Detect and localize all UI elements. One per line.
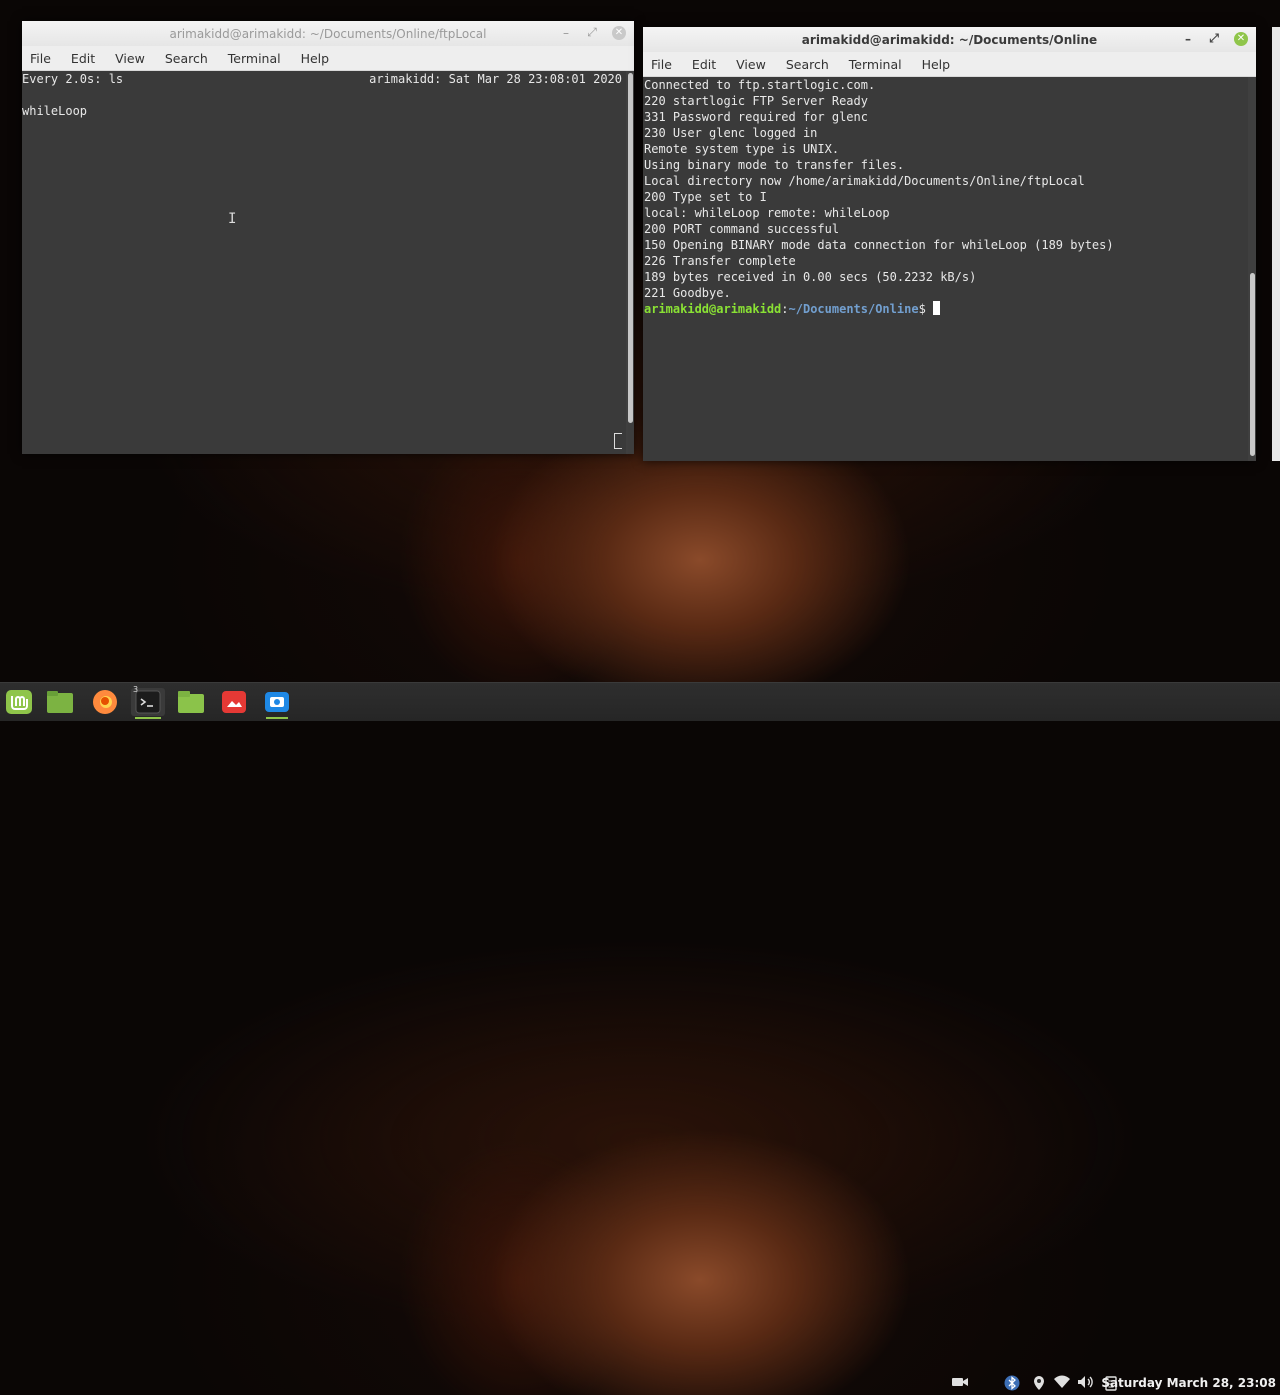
screenshot-launcher[interactable] bbox=[219, 688, 249, 716]
watch-terminal-window[interactable]: arimakidd@arimakidd: ~/Documents/Online/… bbox=[22, 21, 634, 454]
maximize-icon[interactable]: ⤢ bbox=[586, 25, 598, 40]
scrollbar[interactable] bbox=[626, 71, 634, 454]
scrollbar-thumb[interactable] bbox=[1250, 273, 1255, 456]
maximize-icon[interactable]: ⤢ bbox=[1208, 31, 1220, 46]
resize-handle-icon[interactable] bbox=[614, 433, 622, 449]
terminal-line: 220 startlogic FTP Server Ready bbox=[644, 94, 868, 108]
terminal-cursor bbox=[933, 301, 941, 315]
scrollbar[interactable] bbox=[1248, 77, 1256, 461]
menu-bar: File Edit View Search Terminal Help bbox=[22, 46, 634, 71]
files-icon bbox=[47, 691, 73, 713]
clock[interactable]: Saturday March 28, 23:08 bbox=[1101, 1376, 1276, 1390]
window-title: arimakidd@arimakidd: ~/Documents/Online/… bbox=[169, 26, 487, 41]
firefox-launcher[interactable] bbox=[90, 688, 120, 716]
ftp-terminal-window[interactable]: arimakidd@arimakidd: ~/Documents/Online … bbox=[643, 27, 1256, 461]
menu-terminal[interactable]: Terminal bbox=[228, 51, 281, 66]
terminal-line: 226 Transfer complete bbox=[644, 254, 796, 268]
video-camera-icon[interactable] bbox=[951, 1375, 969, 1393]
mint-menu-button[interactable] bbox=[4, 688, 34, 716]
menu-search[interactable]: Search bbox=[786, 57, 829, 72]
camera-app-icon bbox=[265, 692, 289, 712]
menu-help[interactable]: Help bbox=[301, 51, 330, 66]
terminal-line: Local directory now /home/arimakidd/Docu… bbox=[644, 174, 1085, 188]
screenshot-app-icon bbox=[222, 691, 246, 713]
menu-view[interactable]: View bbox=[736, 57, 766, 72]
menu-edit[interactable]: Edit bbox=[71, 51, 95, 66]
terminal-line: 221 Goodbye. bbox=[644, 286, 731, 300]
terminal-line: 331 Password required for glenc bbox=[644, 110, 868, 124]
minimize-icon[interactable]: – bbox=[1182, 32, 1194, 46]
terminal-line: local: whileLoop remote: whileLoop bbox=[644, 206, 890, 220]
terminal-line: 189 bytes received in 0.00 secs (50.2232… bbox=[644, 270, 977, 284]
terminal-line: Remote system type is UNIX. bbox=[644, 142, 840, 156]
open-indicator bbox=[266, 717, 288, 719]
menu-search[interactable]: Search bbox=[165, 51, 208, 66]
terminal-icon bbox=[135, 690, 161, 714]
folder-icon bbox=[178, 691, 204, 713]
window-titlebar[interactable]: arimakidd@arimakidd: ~/Documents/Online/… bbox=[22, 21, 634, 46]
scrollbar-thumb[interactable] bbox=[628, 73, 633, 423]
window-count-badge: 3 bbox=[133, 685, 139, 694]
terminal-launcher[interactable]: 3 bbox=[131, 685, 165, 719]
shell-prompt[interactable]: arimakidd@arimakidd:~/Documents/Online$ bbox=[644, 301, 1256, 317]
file-listing-item: whileLoop bbox=[22, 104, 88, 118]
menu-file[interactable]: File bbox=[30, 51, 51, 66]
prompt-user: arimakidd@arimakidd bbox=[644, 302, 782, 316]
menu-terminal[interactable]: Terminal bbox=[849, 57, 902, 72]
camera-launcher[interactable] bbox=[262, 688, 292, 719]
folder-launcher[interactable] bbox=[176, 688, 206, 716]
window-title: arimakidd@arimakidd: ~/Documents/Online bbox=[801, 32, 1098, 47]
close-icon[interactable]: ✕ bbox=[1234, 31, 1248, 46]
text-cursor-icon: I bbox=[228, 211, 237, 227]
menu-edit[interactable]: Edit bbox=[692, 57, 716, 72]
mint-menu-icon bbox=[6, 690, 32, 714]
location-icon[interactable] bbox=[1030, 1375, 1048, 1395]
terminal-line: Connected to ftp.startlogic.com. bbox=[644, 78, 876, 92]
prompt-path: ~/Documents/Online bbox=[788, 302, 919, 316]
menu-view[interactable]: View bbox=[115, 51, 145, 66]
watch-header-command: Every 2.0s: ls bbox=[22, 72, 124, 86]
window-titlebar[interactable]: arimakidd@arimakidd: ~/Documents/Online … bbox=[643, 27, 1256, 52]
terminal-line: 200 PORT command successful bbox=[644, 222, 840, 236]
menu-help[interactable]: Help bbox=[922, 57, 951, 72]
close-icon[interactable]: ✕ bbox=[612, 25, 626, 40]
wifi-icon[interactable] bbox=[1053, 1375, 1071, 1393]
minimize-icon[interactable]: – bbox=[560, 26, 572, 40]
menu-bar: File Edit View Search Terminal Help bbox=[643, 52, 1256, 77]
terminal-line: 200 Type set to I bbox=[644, 190, 767, 204]
firefox-icon bbox=[93, 690, 117, 714]
terminal-line: Using binary mode to transfer files. bbox=[644, 158, 905, 172]
bluetooth-icon[interactable] bbox=[1003, 1375, 1021, 1395]
watch-header-timestamp: arimakidd: Sat Mar 28 23:08:01 2020 bbox=[369, 72, 622, 86]
terminal-area[interactable]: Every 2.0s: ls arimakidd: Sat Mar 28 23:… bbox=[22, 71, 634, 454]
prompt-separator: : bbox=[781, 302, 789, 316]
background-window-edge[interactable] bbox=[1272, 27, 1280, 461]
active-indicator bbox=[135, 717, 161, 719]
volume-icon[interactable] bbox=[1077, 1375, 1095, 1393]
terminal-area[interactable]: Connected to ftp.startlogic.com. 220 sta… bbox=[643, 77, 1256, 461]
files-launcher[interactable] bbox=[45, 688, 75, 716]
terminal-line: 150 Opening BINARY mode data connection … bbox=[644, 238, 1114, 252]
taskbar: 3 Saturday March 28, 23:08 bbox=[0, 682, 1280, 1391]
menu-file[interactable]: File bbox=[651, 57, 672, 72]
terminal-line: 230 User glenc logged in bbox=[644, 126, 818, 140]
prompt-symbol: $ bbox=[918, 302, 934, 316]
